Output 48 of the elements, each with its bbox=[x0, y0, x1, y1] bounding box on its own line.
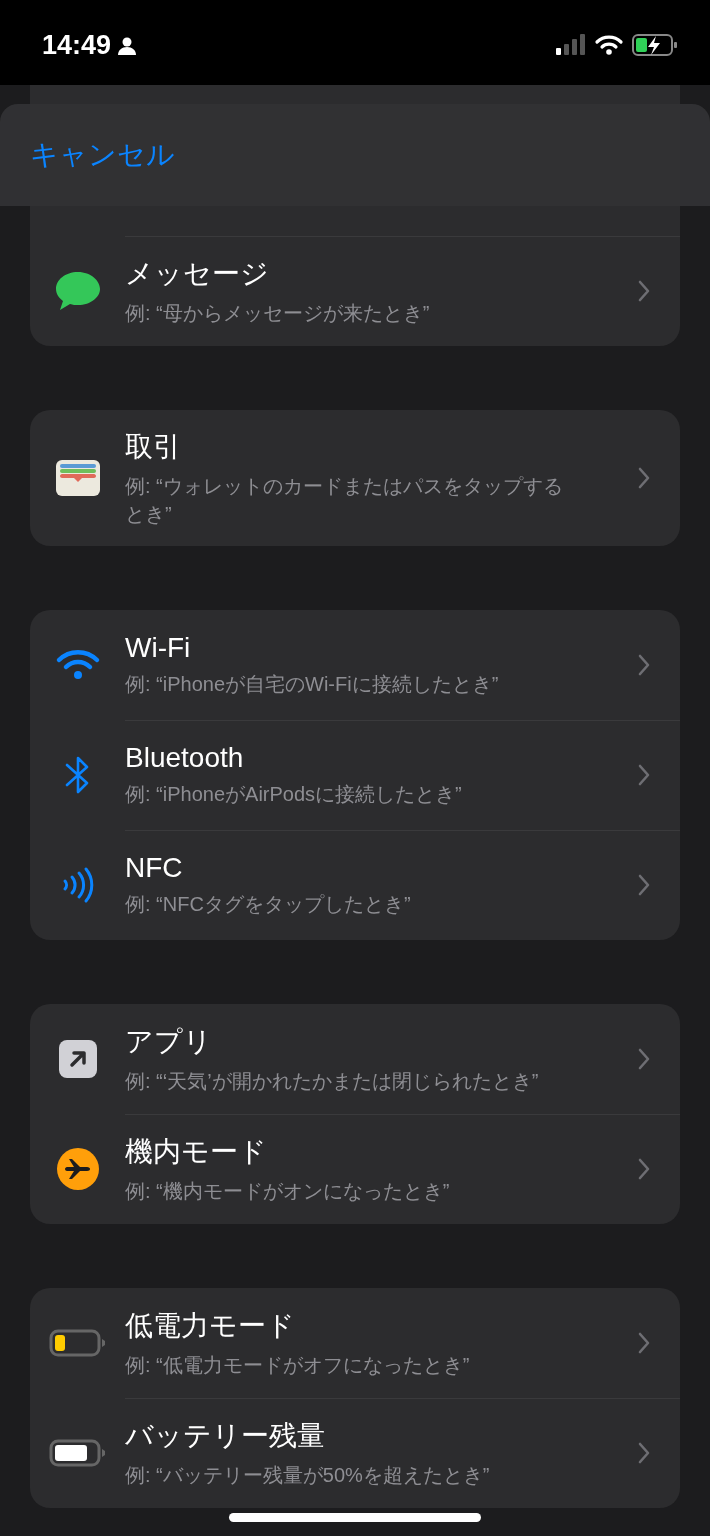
trigger-row[interactable]: 機内モード 例: “機内モードがオンになったとき” bbox=[30, 1114, 680, 1224]
person-icon bbox=[117, 35, 138, 56]
trigger-row[interactable]: 取引 例: “ウォレットのカードまたはパスをタップするとき” bbox=[30, 410, 680, 546]
trigger-row[interactable]: Wi-Fi 例: “iPhoneが自宅のWi-Fiに接続したとき” bbox=[30, 610, 680, 720]
chevron-icon bbox=[638, 1158, 650, 1180]
wifi-icon bbox=[594, 34, 624, 56]
row-title: Wi-Fi bbox=[125, 632, 192, 664]
row-example: 例: “iPhoneが自宅のWi-Fiに接続したとき” bbox=[125, 672, 500, 697]
low-battery-icon bbox=[48, 1329, 107, 1357]
chevron-icon bbox=[638, 654, 650, 676]
chevron-icon bbox=[638, 764, 650, 786]
battery-icon bbox=[48, 1439, 107, 1467]
wallet-icon bbox=[54, 459, 101, 497]
trigger-row[interactable]: NFC 例: “NFCタグをタップしたとき” bbox=[30, 830, 680, 940]
chevron-icon bbox=[638, 1442, 650, 1464]
trigger-row[interactable]: バッテリー残量 例: “バッテリー残量が50%を超えたとき” bbox=[30, 1398, 680, 1508]
row-title: 低電力モード bbox=[125, 1309, 296, 1343]
row-example: 例: “iPhoneがAirPodsに接続したとき” bbox=[125, 782, 463, 807]
row-example: 例: “ウォレットのカードまたはパスをタップするとき” bbox=[125, 474, 564, 527]
chevron-icon bbox=[638, 1332, 650, 1354]
trigger-row[interactable]: 低電力モード 例: “低電力モードがオフになったとき” bbox=[30, 1288, 680, 1398]
row-example: 例: “低電力モードがオフになったとき” bbox=[125, 1353, 471, 1378]
row-title: Bluetooth bbox=[125, 742, 245, 774]
status-time: 14:49 bbox=[42, 30, 112, 61]
row-title: メッセージ bbox=[125, 257, 270, 291]
row-example: 例: “‘天気’が開かれたかまたは閉じられたとき” bbox=[125, 1069, 540, 1094]
chevron-icon bbox=[638, 467, 650, 489]
chevron-icon bbox=[638, 874, 650, 896]
row-title: アプリ bbox=[125, 1025, 213, 1059]
wifi-icon bbox=[54, 648, 101, 682]
row-example: 例: “NFCタグをタップしたとき” bbox=[125, 892, 412, 917]
row-title: 機内モード bbox=[125, 1135, 268, 1169]
battery-charging-icon bbox=[632, 33, 678, 57]
row-title: 取引 bbox=[125, 430, 182, 464]
trigger-row[interactable]: アプリ 例: “‘天気’が開かれたかまたは閉じられたとき” bbox=[30, 1004, 680, 1114]
row-example: 例: “母からメッセージが来たとき” bbox=[125, 301, 431, 326]
trigger-row[interactable]: メッセージ 例: “母からメッセージが来たとき” bbox=[30, 236, 680, 346]
trigger-row[interactable]: Bluetooth 例: “iPhoneがAirPodsに接続したとき” bbox=[30, 720, 680, 830]
chevron-icon bbox=[638, 280, 650, 302]
chevron-icon bbox=[638, 1048, 650, 1070]
row-title: バッテリー残量 bbox=[125, 1419, 326, 1453]
airplane-icon bbox=[56, 1148, 99, 1190]
signal-icon bbox=[556, 34, 586, 56]
row-example: 例: “機内モードがオンになったとき” bbox=[125, 1179, 451, 1204]
row-title: NFC bbox=[125, 852, 184, 884]
speech-bubble-icon bbox=[53, 270, 102, 312]
row-example: 例: “バッテリー残量が50%を超えたとき” bbox=[125, 1463, 491, 1488]
cancel-button[interactable]: キャンセル bbox=[30, 136, 175, 174]
